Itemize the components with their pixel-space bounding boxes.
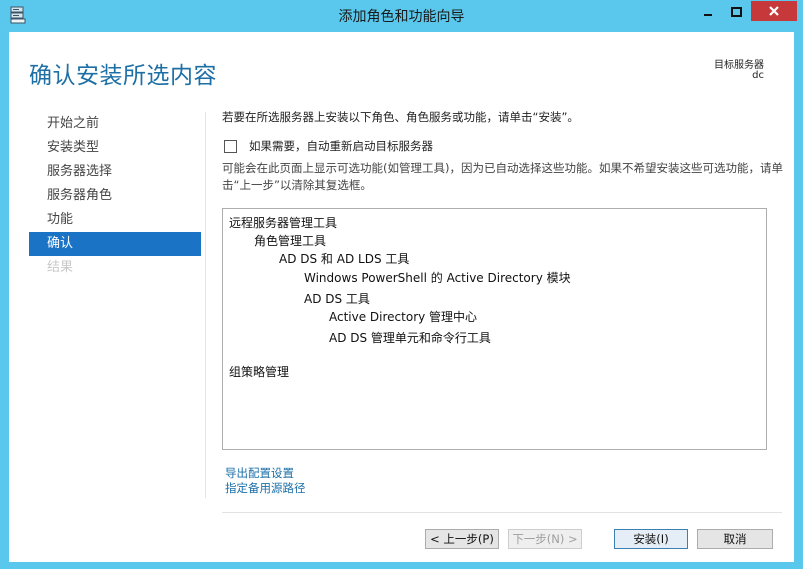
main-panel: 若要在所选服务器上安装以下角色、角色服务或功能，请单击“安装”。 如果需要，自动…	[222, 108, 783, 495]
selected-features-list[interactable]: 远程服务器管理工具 角色管理工具 AD DS 和 AD LDS 工具 Windo…	[222, 208, 767, 450]
cancel-button[interactable]: 取消	[697, 529, 773, 549]
export-settings-link[interactable]: 导出配置设置	[225, 466, 306, 481]
wizard-steps-nav: 开始之前 安装类型 服务器选择 服务器角色 功能 确认 结果	[29, 112, 201, 280]
feature-item: 远程服务器管理工具	[229, 216, 338, 230]
nav-item-server-roles[interactable]: 服务器角色	[29, 184, 201, 208]
wizard-window: 添加角色和功能向导 确认安装所选内容 目标服务器 dc 开始之前 安装类型 服务…	[0, 0, 803, 569]
target-server-value: dc	[752, 70, 764, 81]
feature-item: AD DS 工具	[304, 292, 370, 306]
maximize-icon	[731, 2, 742, 21]
install-button[interactable]: 安装(I)	[614, 529, 688, 549]
links-area: 导出配置设置 指定备用源路径	[225, 466, 306, 496]
feature-item: Active Directory 管理中心	[329, 310, 478, 324]
nav-item-results: 结果	[47, 260, 74, 275]
nav-item-before-you-begin[interactable]: 开始之前	[29, 112, 201, 136]
page-title: 确认安装所选内容	[29, 63, 217, 89]
intro-text: 若要在所选服务器上安装以下角色、角色服务或功能，请单击“安装”。	[222, 110, 579, 124]
nav-item-confirmation[interactable]: 确认	[29, 232, 201, 256]
next-button: 下一步(N) >	[508, 529, 582, 549]
minimize-icon	[703, 2, 713, 21]
feature-item: AD DS 和 AD LDS 工具	[279, 252, 410, 266]
feature-item: 组策略管理	[229, 365, 290, 379]
nav-item-installation-type[interactable]: 安装类型	[29, 136, 201, 160]
minimize-button[interactable]	[693, 1, 722, 21]
title-bar[interactable]: 添加角色和功能向导	[0, 0, 803, 32]
close-button[interactable]	[751, 1, 797, 21]
close-icon	[768, 2, 780, 21]
footer-divider	[222, 512, 782, 513]
optional-features-note: 可能会在此页面上显示可选功能(如管理工具)，因为已自动选择这些功能。如果不希望安…	[222, 161, 783, 192]
nav-item-features[interactable]: 功能	[29, 208, 201, 232]
wizard-content: 确认安装所选内容 目标服务器 dc 开始之前 安装类型 服务器选择 服务器角色 …	[9, 32, 794, 562]
previous-button[interactable]: < 上一步(P)	[425, 529, 499, 549]
nav-item-server-selection[interactable]: 服务器选择	[29, 160, 201, 184]
restart-checkbox-label[interactable]: 如果需要，自动重新启动目标服务器	[249, 138, 433, 154]
target-server-label: 目标服务器	[714, 60, 764, 71]
maximize-button[interactable]	[722, 1, 751, 21]
feature-item: AD DS 管理单元和命令行工具	[329, 331, 491, 345]
restart-checkbox[interactable]	[224, 139, 237, 153]
feature-item: 角色管理工具	[254, 234, 327, 248]
feature-item: Windows PowerShell 的 Active Directory 模块	[304, 271, 571, 285]
window-title: 添加角色和功能向导	[338, 9, 465, 25]
nav-divider	[205, 112, 206, 498]
restart-option[interactable]: 如果需要，自动重新启动目标服务器	[222, 138, 433, 154]
alternate-source-link[interactable]: 指定备用源路径	[225, 481, 306, 496]
